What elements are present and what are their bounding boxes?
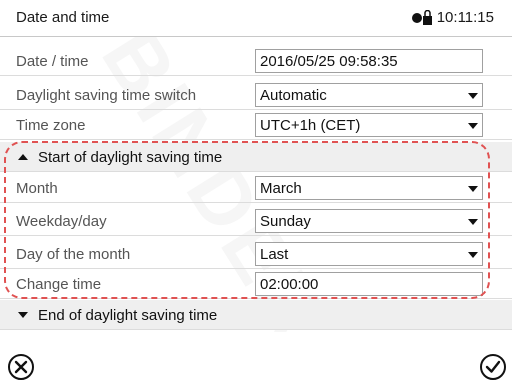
change-time-field[interactable]: 02:00:00 — [255, 272, 483, 296]
weekday-value: Sunday — [260, 213, 311, 230]
lock-icon — [411, 9, 432, 25]
row-month: Month March — [0, 173, 512, 203]
month-select[interactable]: March — [255, 176, 483, 200]
page-title: Date and time — [16, 9, 110, 26]
time-zone-label: Time zone — [16, 117, 86, 134]
section-end-dst[interactable]: End of daylight saving time — [0, 300, 512, 330]
row-weekday: Weekday/day Sunday — [0, 206, 512, 236]
weekday-label: Weekday/day — [16, 213, 107, 230]
row-time-zone: Time zone UTC+1h (CET) — [0, 110, 512, 140]
dst-switch-value: Automatic — [260, 87, 327, 104]
section-start-dst-label: Start of daylight saving time — [38, 149, 223, 166]
header-bar: Date and time 10:11:15 — [0, 0, 512, 37]
expand-arrow-icon — [18, 312, 28, 318]
month-value: March — [260, 180, 302, 197]
date-time-label: Date / time — [16, 53, 89, 70]
check-circle-icon[interactable] — [478, 352, 508, 382]
collapse-arrow-icon — [18, 154, 28, 160]
day-of-month-select[interactable]: Last — [255, 242, 483, 266]
chevron-down-icon — [468, 186, 478, 192]
clock: 10:11:15 — [411, 9, 494, 26]
chevron-down-icon — [468, 252, 478, 258]
weekday-select[interactable]: Sunday — [255, 209, 483, 233]
date-time-value: 2016/05/25 09:58:35 — [260, 53, 398, 70]
clock-time: 10:11:15 — [436, 9, 494, 26]
time-zone-select[interactable]: UTC+1h (CET) — [255, 113, 483, 137]
change-time-value: 02:00:00 — [260, 276, 319, 293]
month-label: Month — [16, 180, 58, 197]
close-circle-icon[interactable] — [6, 352, 36, 382]
chevron-down-icon — [468, 219, 478, 225]
section-end-dst-label: End of daylight saving time — [38, 307, 218, 324]
row-date-time: Date / time 2016/05/25 09:58:35 — [0, 46, 512, 76]
chevron-down-icon — [468, 123, 478, 129]
row-dst-switch: Daylight saving time switch Automatic — [0, 80, 512, 110]
day-of-month-label: Day of the month — [16, 246, 131, 263]
day-of-month-value: Last — [260, 246, 289, 263]
dst-switch-select[interactable]: Automatic — [255, 83, 483, 107]
chevron-down-icon — [468, 93, 478, 99]
dst-switch-label: Daylight saving time switch — [16, 87, 197, 104]
date-time-field[interactable]: 2016/05/25 09:58:35 — [255, 49, 483, 73]
section-start-dst[interactable]: Start of daylight saving time — [0, 142, 512, 172]
row-day-of-month: Day of the month Last — [0, 239, 512, 269]
change-time-label: Change time — [16, 276, 102, 293]
time-zone-value: UTC+1h (CET) — [260, 117, 361, 134]
footer-bar — [0, 332, 512, 388]
row-change-time: Change time 02:00:00 — [0, 269, 512, 299]
